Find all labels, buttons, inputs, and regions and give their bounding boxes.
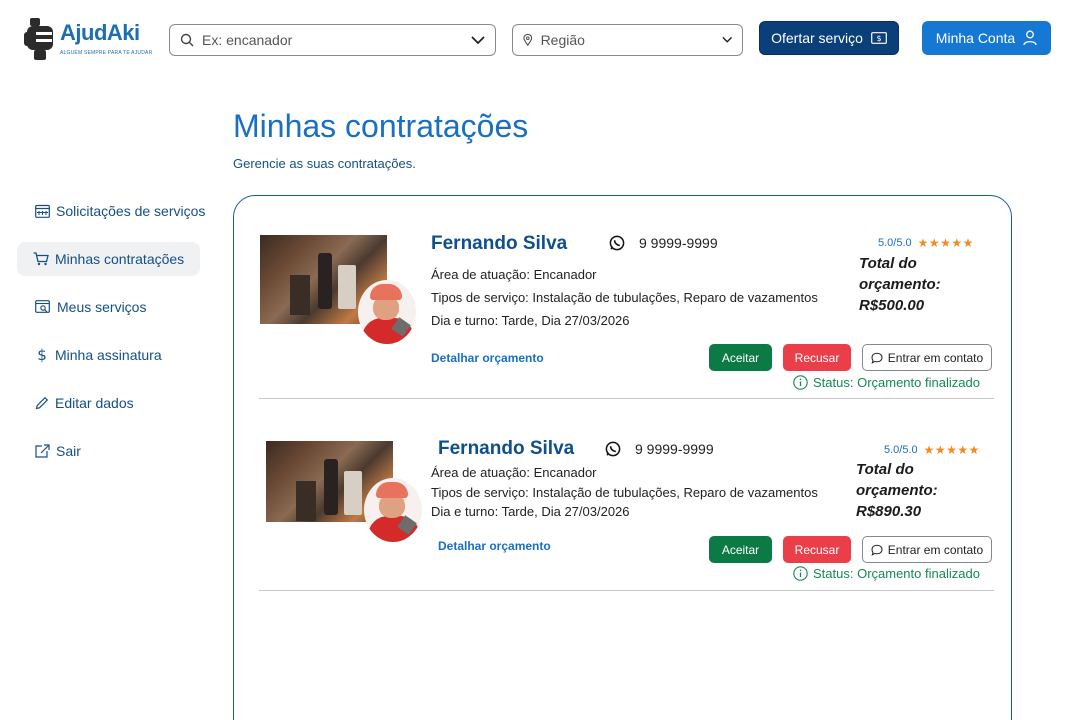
schedule-text: Dia e turno: Tarde, Dia 27/03/2026: [431, 313, 630, 328]
pencil-icon: [35, 396, 49, 410]
worker-rating: 5.0/5.0 ★★★★★: [884, 443, 980, 457]
sidebar-item-my-hires[interactable]: Minhas contratações: [17, 242, 200, 276]
search-icon: [180, 33, 194, 47]
worker-info: Área de atuação: Encanador Tipos de serv…: [431, 463, 818, 522]
phone-contact[interactable]: 9 9999-9999: [609, 235, 718, 251]
contact-button[interactable]: Entrar em contato: [862, 536, 992, 563]
accept-button[interactable]: Aceitar: [709, 344, 772, 371]
info-icon: [793, 375, 808, 390]
phone-number: 9 9999-9999: [635, 441, 714, 457]
svg-text:$: $: [37, 347, 47, 363]
rating-score: 5.0/5.0: [878, 237, 912, 249]
worker-rating: 5.0/5.0 ★★★★★: [878, 236, 974, 250]
money-icon: $: [871, 32, 887, 44]
whatsapp-icon: [609, 235, 625, 251]
logo-tagline: ALGUÉM SEMPRE PARA TE AJUDAR: [60, 50, 153, 56]
refuse-button[interactable]: Recusar: [783, 536, 851, 563]
services-text: Tipos de serviço: Instalação de tubulaçõ…: [431, 484, 818, 500]
chat-bubble-icon: [871, 352, 883, 364]
chevron-down-icon[interactable]: [721, 36, 732, 44]
svg-text:$: $: [876, 34, 881, 43]
sidebar-item-edit-data[interactable]: Editar dados: [17, 386, 207, 420]
sidebar-item-logout[interactable]: Sair: [17, 434, 207, 468]
search-input[interactable]: [202, 32, 471, 48]
total-label: Total do orçamento:: [856, 461, 938, 499]
accept-button[interactable]: Aceitar: [709, 536, 772, 563]
rating-score: 5.0/5.0: [884, 444, 918, 456]
sidebar-item-my-subscription[interactable]: $ Minha assinatura: [17, 338, 207, 372]
worker-info: Área de atuação: Encanador Tipos de serv…: [431, 263, 818, 332]
refuse-button[interactable]: Recusar: [783, 344, 851, 371]
total-value: R$890.30: [856, 503, 922, 520]
page-title: Minhas contratações: [233, 108, 529, 144]
phone-number: 9 9999-9999: [639, 235, 718, 251]
map-pin-icon: [523, 33, 533, 47]
contact-button[interactable]: Entrar em contato: [862, 344, 992, 371]
status-text: Status: Orçamento finalizado: [813, 566, 980, 581]
budget-status: Status: Orçamento finalizado: [793, 375, 980, 390]
search-box[interactable]: [169, 24, 496, 56]
worker-name[interactable]: Fernando Silva: [438, 438, 574, 460]
my-account-label: Minha Conta: [935, 30, 1016, 46]
star-rating-icon: ★★★★★: [917, 236, 974, 250]
status-text: Status: Orçamento finalizado: [813, 375, 980, 390]
card-divider: [259, 398, 994, 399]
star-rating-icon: ★★★★★: [923, 443, 980, 457]
worker-avatar: [358, 280, 416, 344]
area-text: Área de atuação: Encanador: [431, 465, 597, 480]
user-icon: [1023, 30, 1037, 46]
total-label: Total do orçamento:: [859, 255, 941, 293]
list-search-icon: [35, 300, 50, 313]
ajudaki-logo[interactable]: AjudAki ALGUÉM SEMPRE PARA TE AJUDAR: [24, 14, 154, 62]
sidebar-item-my-services[interactable]: Meus serviços: [17, 290, 207, 324]
sidebar-item-label: Sair: [56, 443, 81, 459]
sidebar-item-label: Meus serviços: [57, 299, 147, 315]
contracts-panel: Fernando Silva 9 9999-9999 Área de atuaç…: [233, 195, 1012, 720]
worker-name[interactable]: Fernando Silva: [431, 233, 567, 255]
sidebar-item-label: Solicitações de serviços: [56, 203, 206, 219]
region-select[interactable]: [512, 24, 743, 56]
contact-label: Entrar em contato: [887, 542, 984, 557]
budget-total: Total do orçamento: R$890.30: [856, 459, 994, 522]
contact-label: Entrar em contato: [887, 350, 984, 365]
schedule-text: Dia e turno: Tarde, Dia 27/03/2026: [431, 504, 630, 519]
sidebar-item-label: Editar dados: [55, 395, 134, 411]
logo-text: AjudAki: [60, 20, 140, 45]
card-divider: [259, 590, 994, 591]
whatsapp-icon: [605, 441, 621, 457]
budget-detail-link[interactable]: Detalhar orçamento: [438, 539, 551, 553]
total-value: R$500.00: [859, 297, 925, 314]
cart-icon: [33, 252, 49, 266]
phone-contact[interactable]: 9 9999-9999: [605, 441, 714, 457]
calendar-icon: [35, 204, 50, 218]
budget-detail-link[interactable]: Detalhar orçamento: [431, 351, 544, 365]
budget-status: Status: Orçamento finalizado: [793, 566, 980, 581]
offer-service-button[interactable]: Ofertar serviço $: [759, 21, 899, 55]
info-icon: [793, 566, 808, 581]
external-link-icon: [35, 444, 50, 458]
chevron-down-icon[interactable]: [471, 35, 485, 45]
sidebar-item-label: Minhas contratações: [55, 251, 185, 267]
sidebar-item-label: Minha assinatura: [55, 347, 162, 363]
contract-card: Fernando Silva 9 9999-9999 Área de atuaç…: [260, 233, 994, 400]
page-subtitle: Gerencie as suas contratações.: [233, 156, 416, 171]
sidebar-nav: Solicitações de serviços Minhas contrata…: [17, 194, 207, 482]
chat-bubble-icon: [871, 544, 883, 556]
area-text: Área de atuação: Encanador: [431, 267, 597, 282]
services-text: Tipos de serviço: Instalação de tubulaçõ…: [431, 290, 818, 305]
hand-wrench-logo-icon: [24, 18, 53, 60]
offer-service-label: Ofertar serviço: [771, 30, 863, 46]
worker-avatar: [364, 478, 422, 542]
dollar-icon: $: [37, 347, 47, 363]
region-input[interactable]: [540, 32, 722, 48]
contract-card: Fernando Silva 9 9999-9999 Área de atuaç…: [260, 438, 994, 591]
budget-total: Total do orçamento: R$500.00: [859, 253, 994, 316]
sidebar-item-service-requests[interactable]: Solicitações de serviços: [17, 194, 207, 228]
my-account-button[interactable]: Minha Conta: [922, 21, 1051, 55]
